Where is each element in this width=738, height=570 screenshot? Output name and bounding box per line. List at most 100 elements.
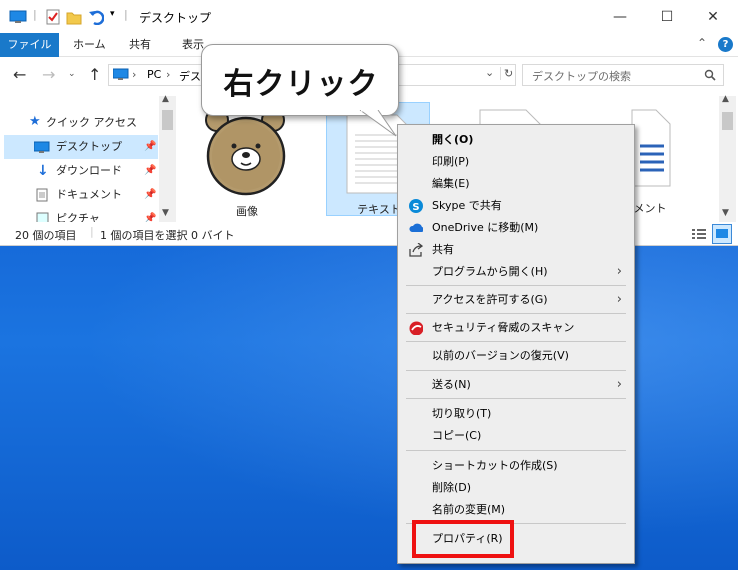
nav-item-downloads[interactable]: ↓ ダウンロード 📌 [4,159,158,183]
tab-home[interactable]: ホーム [73,33,106,57]
svg-text:S: S [412,202,419,213]
menu-item-label: 切り取り(T) [432,407,492,420]
nav-item-label: デスクトップ [56,140,122,153]
pin-icon[interactable]: 📌 [144,159,156,183]
menu-item-label: 開く(O) [432,133,474,146]
pin-icon[interactable]: 📌 [144,135,156,159]
menu-item-label: 編集(E) [432,177,470,190]
search-input[interactable]: デスクトップの検索 [522,64,724,86]
nav-item-documents[interactable]: ドキュメント 📌 [4,183,158,207]
menu-item-cut[interactable]: 切り取り(T) [400,403,632,425]
menu-item-create-shortcut[interactable]: ショートカットの作成(S) [400,455,632,477]
crumb-pc[interactable]: PC [147,68,161,81]
nav-item-label: クイック アクセス [46,116,137,129]
menu-item-onedrive-move[interactable]: OneDrive に移動(M) [400,217,632,239]
menu-item-label: アクセスを許可する(G) [432,293,548,306]
title-separator: | [124,8,128,21]
scroll-up-icon[interactable]: ▲ [162,94,169,104]
pin-icon[interactable]: 📌 [144,183,156,207]
nav-item-quick-access[interactable]: ★ クイック アクセス [4,111,158,135]
menu-separator [406,398,626,399]
scroll-down-icon[interactable]: ▼ [722,208,729,218]
menu-separator [406,370,626,371]
nav-scroll-thumb[interactable] [162,110,173,130]
qa-separator: | [33,8,37,21]
file-item-image[interactable]: 画像 [199,104,295,219]
submenu-arrow-icon: › [616,292,622,307]
menu-separator [406,285,626,286]
menu-item-label: 共有 [432,243,454,256]
menu-item-label: 以前のバージョンの復元(V) [432,349,569,362]
nav-item-desktop[interactable]: デスクトップ 📌 [4,135,158,159]
menu-item-copy[interactable]: コピー(C) [400,425,632,447]
context-menu: 開く(O) 印刷(P) 編集(E) S Skype で共有 OneDrive に… [397,124,635,564]
properties-icon[interactable] [45,9,61,25]
new-folder-icon[interactable] [66,9,82,25]
content-scroll-thumb[interactable] [722,112,733,130]
forward-arrow-icon[interactable]: → [42,65,55,84]
file-item-document[interactable]: メント [630,108,672,218]
nav-item-pictures[interactable]: ピクチャ 📌 [4,207,158,222]
right-click-callout: 右クリック [201,44,399,116]
tab-file[interactable]: ファイル [0,33,59,57]
menu-item-restore-previous[interactable]: 以前のバージョンの復元(V) [400,345,632,367]
menu-item-send-to[interactable]: 送る(N) › [400,374,632,396]
maximize-button[interactable]: ☐ [644,0,690,33]
menu-item-label: プログラムから開く(H) [432,265,548,278]
back-arrow-icon[interactable]: ← [13,65,26,84]
menu-separator [406,450,626,451]
scroll-down-icon[interactable]: ▼ [162,208,169,218]
menu-item-skype-share[interactable]: S Skype で共有 [400,195,632,217]
window-title: デスクトップ [139,11,212,25]
search-placeholder: デスクトップの検索 [532,70,631,83]
menu-item-edit[interactable]: 編集(E) [400,173,632,195]
refresh-icon[interactable]: ↻ [500,67,513,80]
customize-dropdown-icon[interactable]: ▾ [110,9,115,19]
menu-item-open-with[interactable]: プログラムから開く(H) › [400,261,632,283]
download-icon: ↓ [37,163,49,179]
help-icon[interactable]: ? [718,37,733,52]
title-bar: | ▾ | デスクトップ — ☐ ✕ [0,0,738,33]
recent-dropdown-icon[interactable]: ⌄ [68,69,76,79]
menu-item-label: セキュリティ脅威のスキャン [432,321,575,334]
content-scrollbar[interactable]: ▲ ▼ [719,94,736,222]
address-dropdown-icon[interactable]: ⌄ [485,66,494,79]
picture-icon [36,212,49,222]
bear-image-icon [199,104,295,198]
large-icons-view-icon[interactable] [712,224,732,244]
close-button[interactable]: ✕ [690,0,736,33]
menu-item-share[interactable]: 共有 [400,239,632,261]
selection-info: 1 個の項目を選択 0 バイト [100,229,235,242]
ribbon-collapse-icon[interactable]: ⌃ [697,36,707,50]
nav-item-label: ドキュメント [56,188,122,201]
menu-item-print[interactable]: 印刷(P) [400,151,632,173]
desktop-icon [9,10,27,23]
item-count: 20 個の項目 [15,229,77,242]
pin-icon[interactable]: 📌 [144,207,156,222]
menu-separator [406,341,626,342]
up-arrow-icon[interactable]: ↑ [88,65,101,84]
word-document-icon [631,109,671,187]
tab-share[interactable]: 共有 [129,33,151,57]
share-icon [409,243,423,257]
minimize-button[interactable]: — [597,0,643,33]
menu-item-label: 削除(D) [432,481,472,494]
menu-item-label: 名前の変更(M) [432,503,506,516]
undo-icon[interactable] [88,9,104,25]
scroll-up-icon[interactable]: ▲ [722,94,729,104]
details-view-icon[interactable] [691,227,707,241]
status-separator: | [90,225,94,238]
crumb-desktop[interactable]: デス [179,68,201,84]
nav-item-label: ダウンロード [56,164,122,177]
callout-tail [359,110,397,137]
menu-item-rename[interactable]: 名前の変更(M) [400,499,632,521]
menu-item-give-access[interactable]: アクセスを許可する(G) › [400,289,632,311]
file-label: 画像 [236,205,258,218]
menu-item-security-scan[interactable]: セキュリティ脅威のスキャン [400,317,632,339]
properties-highlight-box [412,520,514,558]
menu-item-open[interactable]: 開く(O) [400,129,632,151]
onedrive-icon [409,223,423,232]
nav-scrollbar[interactable]: ▲ ▼ [159,94,176,222]
menu-item-delete[interactable]: 削除(D) [400,477,632,499]
desktop-icon [34,141,50,153]
